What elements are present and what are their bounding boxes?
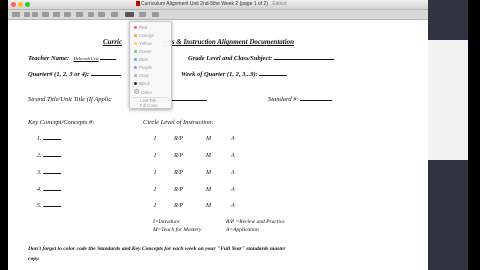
level-application[interactable]: A (231, 153, 235, 159)
background-window (428, 0, 468, 270)
share-button[interactable] (42, 12, 49, 17)
color-option-yellow[interactable]: Yellow (134, 41, 152, 49)
level-review-practice[interactable]: R/P (174, 136, 183, 142)
level-mastery[interactable]: M (206, 136, 211, 142)
strand-title-line: Strand Title/Unit Title (If Applic (28, 96, 207, 103)
level-introduce[interactable]: I (154, 136, 156, 142)
sign-button[interactable] (98, 12, 105, 17)
legend-mastery: M=Teach for Mastery (153, 227, 202, 233)
zoom-in-button[interactable] (32, 12, 38, 17)
level-review-practice[interactable]: R/P (174, 187, 183, 193)
minimize-window-icon[interactable] (18, 2, 23, 7)
color-option-blue[interactable]: Blue (134, 57, 148, 65)
level-mastery[interactable]: M (206, 187, 211, 193)
level-application[interactable]: A (231, 187, 235, 193)
color-dropdown-menu: Red Orange Yellow Green Blue Purple Gray… (129, 21, 172, 109)
edited-status: Edited (272, 1, 287, 7)
window-titlebar: Curriculum Alignment Unit 2nd-5the Week … (8, 0, 468, 10)
level-introduce[interactable]: I (154, 153, 156, 159)
level-application[interactable]: A (231, 203, 235, 209)
teacher-name-value[interactable]: Deborah Cris (74, 56, 99, 61)
zoom-window-icon[interactable] (25, 2, 30, 7)
color-option-green[interactable]: Green (134, 49, 152, 57)
background-panel (428, 40, 468, 160)
standard-number-line: Standard #: (268, 96, 333, 103)
level-application[interactable]: A (231, 136, 235, 142)
quarter-line: Quarter# (1, 2, 3 or 4): (28, 71, 121, 78)
mac-screen: Curriculum Alignment Unit 2nd-5the Week … (8, 0, 468, 270)
level-introduce[interactable]: I (154, 187, 156, 193)
circle-level-label: Circle Level of Instruction: (143, 119, 214, 126)
level-review-practice[interactable]: R/P (174, 203, 183, 209)
color-option-gray[interactable]: Gray (134, 73, 149, 81)
level-application[interactable]: A (231, 170, 235, 176)
line-style-button[interactable] (111, 12, 118, 17)
color-option-red[interactable]: Red (134, 25, 147, 33)
sidebar-toggle-button[interactable] (12, 12, 20, 17)
legend-review-practice: R/P =Review and Practice (226, 219, 285, 225)
level-mastery[interactable]: M (206, 153, 211, 159)
level-review-practice[interactable]: R/P (174, 153, 183, 159)
color-option-purple[interactable]: Purple (134, 65, 152, 73)
font-button[interactable] (152, 12, 159, 17)
color-option-other[interactable]: Other (134, 89, 152, 97)
text-tool-button[interactable] (88, 12, 94, 17)
legend-introduce: I=Introduce (153, 219, 180, 225)
markup-button[interactable] (64, 12, 71, 17)
grade-level-line: Grade Level and Class/Subject: (188, 55, 334, 62)
window-title: Curriculum Alignment Unit 2nd-5the Week … (136, 1, 287, 7)
level-introduce[interactable]: I (154, 203, 156, 209)
fill-color-button[interactable] (139, 12, 146, 17)
legend-application: A=Application (226, 227, 259, 233)
footer-note: Don't forget to color code the Standards… (28, 246, 286, 252)
border-color-button[interactable] (125, 12, 134, 17)
zoom-out-button[interactable] (24, 12, 30, 17)
text-select-button[interactable] (53, 12, 60, 17)
close-window-icon[interactable] (11, 2, 16, 7)
shapes-button[interactable] (76, 12, 83, 17)
pdf-page: Curric ards & Instruction Alignment Docum… (8, 20, 428, 270)
week-of-quarter-line: Week of Quarter (1, 2, 3...9): (181, 71, 288, 78)
level-review-practice[interactable]: R/P (174, 170, 183, 176)
teacher-name-line: Teacher Name: Deborah Cris (28, 55, 117, 62)
level-mastery[interactable]: M (206, 170, 211, 176)
color-option-black[interactable]: Black (134, 81, 150, 89)
color-option-orange[interactable]: Orange (134, 33, 154, 41)
footer-note-cont: copy. (28, 256, 40, 262)
key-concept-label: Key Concept/Concepts #: (28, 119, 95, 126)
level-introduce[interactable]: I (154, 170, 156, 176)
pdf-document-icon (136, 1, 140, 6)
fill-color-option[interactable]: Fill Color (140, 103, 158, 111)
level-mastery[interactable]: M (206, 203, 211, 209)
preview-toolbar (8, 10, 428, 20)
